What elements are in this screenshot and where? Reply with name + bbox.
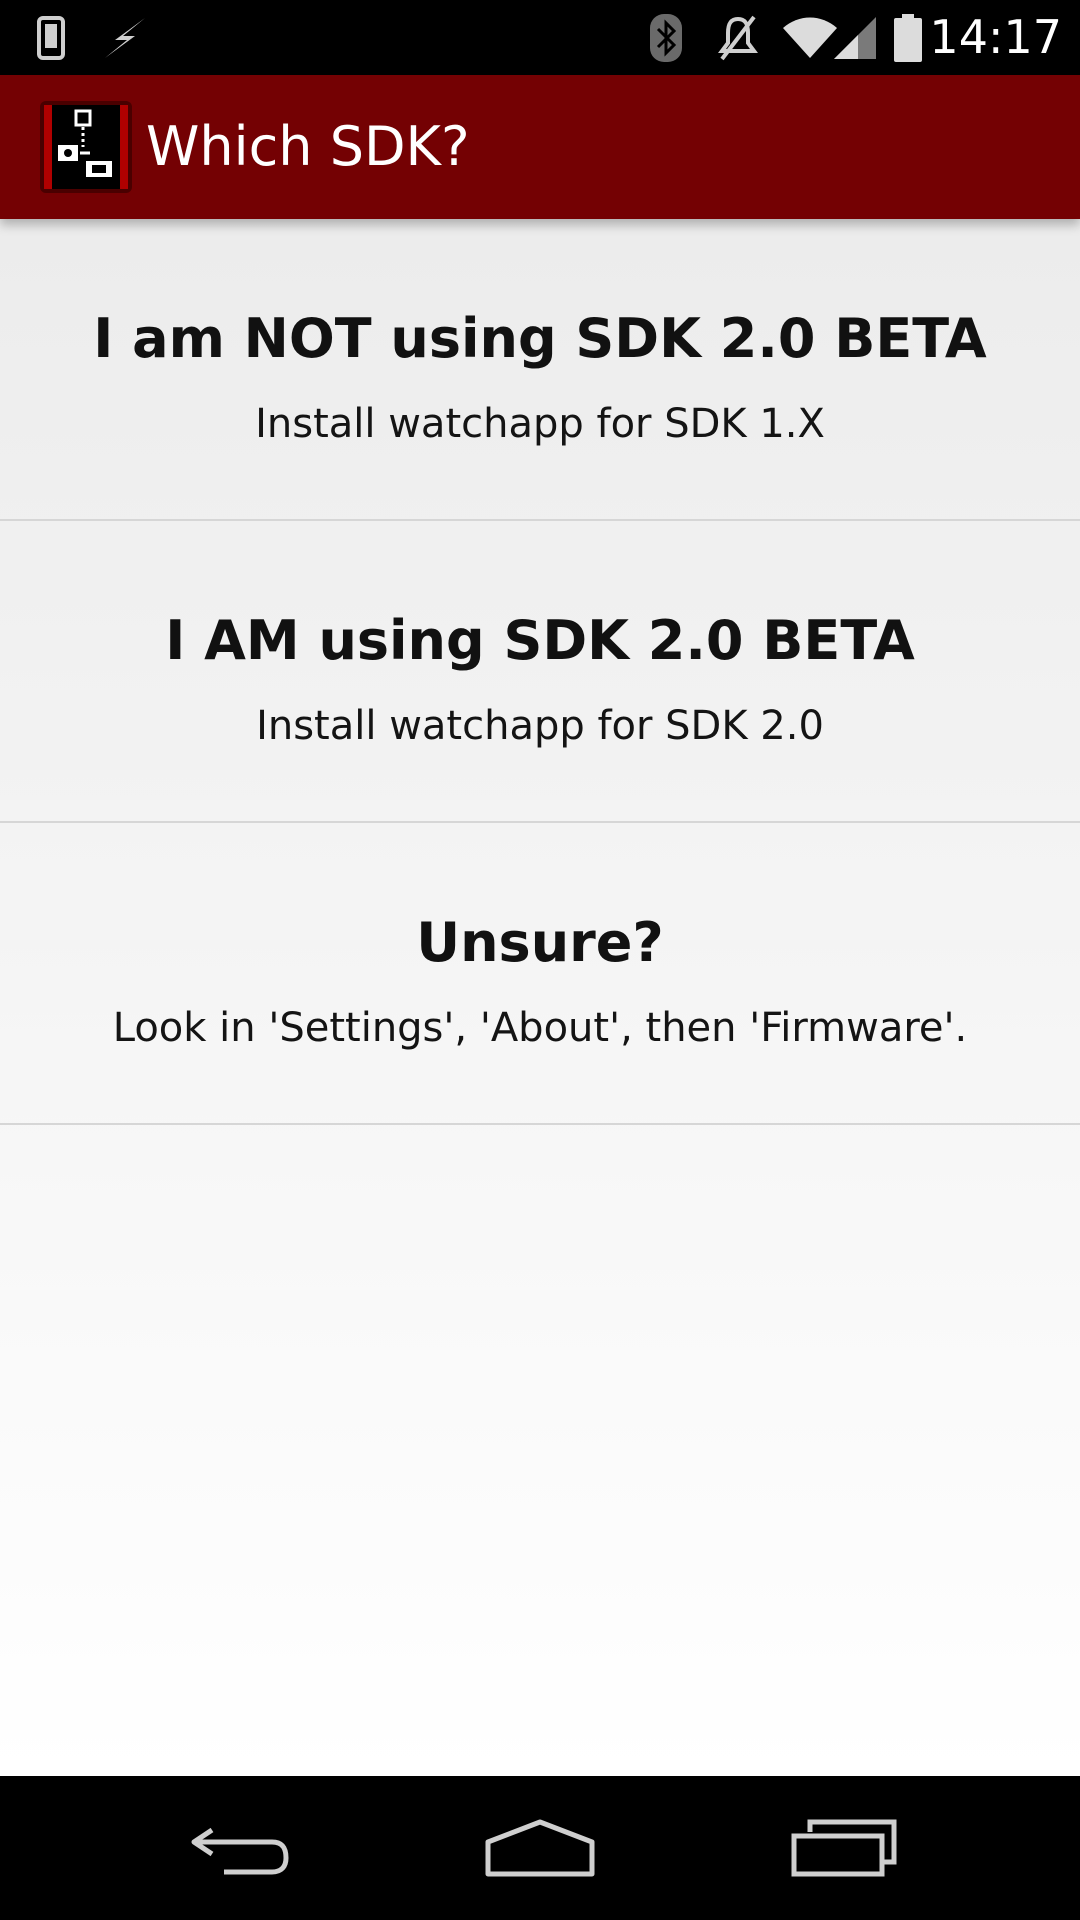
status-bar: 14:17	[0, 0, 1080, 75]
phone-icon	[34, 0, 68, 75]
mute-icon	[714, 0, 762, 75]
option-not-using-sdk2[interactable]: I am NOT using SDK 2.0 BETA Install watc…	[0, 219, 1080, 521]
option-title: I AM using SDK 2.0 BETA	[165, 609, 915, 672]
option-subtitle: Look in 'Settings', 'About', then 'Firmw…	[112, 1005, 968, 1051]
sdk-option-list: I am NOT using SDK 2.0 BETA Install watc…	[0, 219, 1080, 1776]
option-unsure[interactable]: Unsure? Look in 'Settings', 'About', the…	[0, 823, 1080, 1125]
app-logo-icon	[38, 99, 134, 195]
status-time: 14:17	[929, 10, 1062, 64]
bluetooth-icon	[648, 0, 684, 75]
option-title: Unsure?	[416, 911, 664, 974]
cell-signal-icon	[832, 0, 878, 75]
page-title: Which SDK?	[146, 115, 470, 178]
option-title: I am NOT using SDK 2.0 BETA	[93, 307, 987, 370]
navigation-bar	[0, 1776, 1080, 1920]
action-bar: Which SDK?	[0, 75, 1080, 219]
back-icon[interactable]	[140, 1776, 340, 1920]
recents-icon[interactable]	[744, 1776, 944, 1920]
wifi-icon	[780, 0, 840, 75]
lightning-icon	[100, 0, 150, 75]
option-subtitle: Install watchapp for SDK 1.X	[255, 401, 825, 447]
home-icon[interactable]	[440, 1776, 640, 1920]
battery-icon	[890, 0, 926, 75]
option-subtitle: Install watchapp for SDK 2.0	[256, 703, 824, 749]
option-using-sdk2[interactable]: I AM using SDK 2.0 BETA Install watchapp…	[0, 521, 1080, 823]
